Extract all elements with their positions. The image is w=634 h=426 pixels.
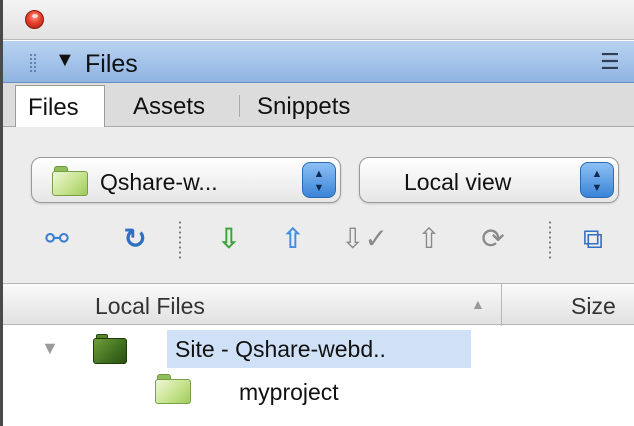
tab-separator (239, 95, 240, 117)
sort-ascending-icon[interactable]: ▲ (471, 296, 485, 312)
tab-files[interactable]: Files (15, 85, 105, 128)
panel-title: Files (85, 50, 138, 78)
refresh-icon[interactable]: ↻ (115, 222, 155, 256)
view-select[interactable]: Local view ▲ ▼ (359, 157, 619, 203)
site-select-stepper-icon[interactable]: ▲ ▼ (302, 162, 336, 198)
folder-icon (155, 374, 191, 404)
get-files-icon[interactable]: ⇩ (209, 222, 249, 256)
collapse-triangle-icon[interactable]: ▼ (55, 49, 75, 72)
toolbar-area (3, 127, 634, 283)
column-header: Local Files ▲ Size (3, 283, 634, 326)
expand-triangle-icon[interactable]: ▼ (41, 338, 59, 359)
tab-files-label: Files (28, 94, 79, 121)
tab-bar: Files Assets Snippets (3, 83, 634, 128)
tab-assets-label: Assets (133, 93, 206, 120)
column-size[interactable]: Size (571, 293, 616, 320)
tab-assets[interactable]: Assets (127, 85, 231, 127)
toolbar-separator (549, 220, 551, 260)
panel-header[interactable]: ▼ Files ☰ (3, 41, 634, 83)
toolbar-separator (179, 220, 181, 260)
close-window-button[interactable] (25, 10, 44, 29)
site-select-value: Qshare-w... (100, 169, 218, 195)
synchronize-icon[interactable]: ⟳ (473, 222, 513, 256)
column-local-files[interactable]: Local Files (95, 293, 205, 320)
panel-options-icon[interactable]: ☰ (600, 49, 620, 75)
tree-item-site-label: Site - Qshare-webd.. (175, 336, 386, 362)
tab-snippets-label: Snippets (257, 93, 351, 120)
site-select[interactable]: Qshare-w... ▲ ▼ (31, 157, 341, 203)
site-folder-icon (93, 334, 127, 364)
column-divider[interactable] (501, 284, 502, 326)
window-titlebar (3, 0, 634, 40)
folder-icon (52, 166, 88, 196)
tab-snippets[interactable]: Snippets (249, 85, 389, 127)
expand-icon[interactable]: ⧉ (573, 222, 613, 256)
check-out-icon[interactable]: ⇩✓ (341, 222, 388, 256)
view-select-value: Local view (404, 169, 512, 195)
file-tree: ▼ Site - Qshare-webd.. myproject (3, 326, 634, 426)
check-in-icon[interactable]: ⇧ (409, 222, 449, 256)
connect-icon[interactable]: ⚯ (37, 222, 77, 256)
tree-item-myproject-label[interactable]: myproject (239, 379, 339, 406)
view-select-stepper-icon[interactable]: ▲ ▼ (580, 162, 614, 198)
drag-grip-icon[interactable] (29, 53, 37, 73)
files-panel-window: ▼ Files ☰ Files Assets Snippets Qshare-w… (0, 0, 634, 426)
put-files-icon[interactable]: ⇧ (273, 222, 313, 256)
